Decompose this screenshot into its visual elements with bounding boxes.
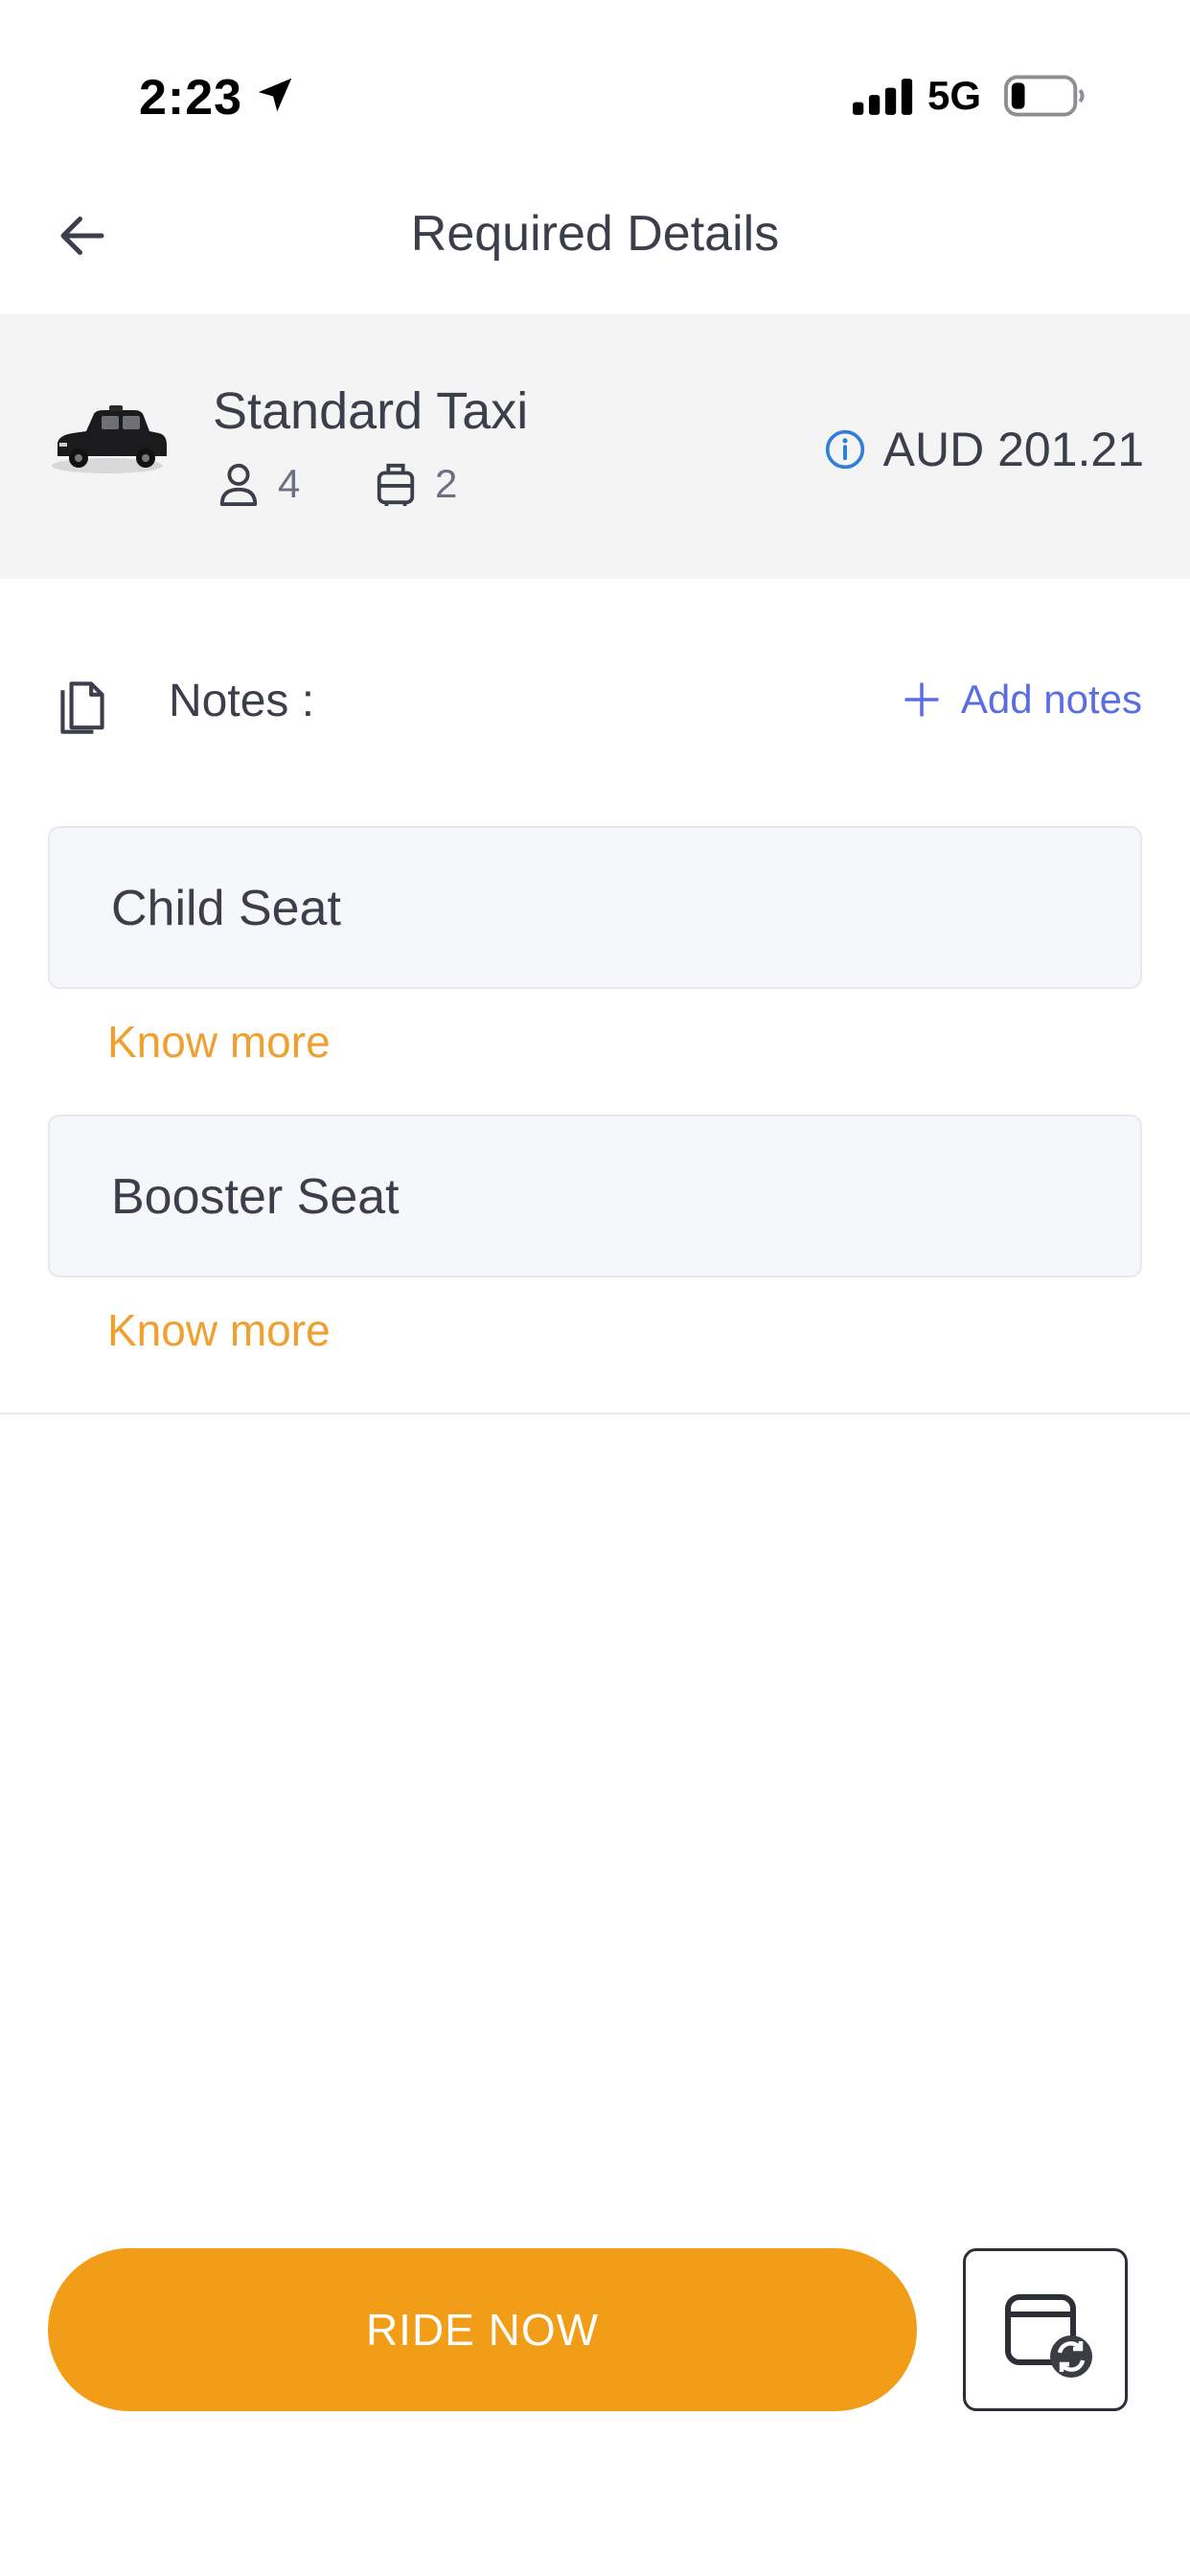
- header: Required Details: [0, 182, 1190, 316]
- schedule-button[interactable]: [963, 2248, 1128, 2411]
- plus-icon: [904, 682, 939, 717]
- required-details-screen: 2:23 5G Required Details Standard Taxi 4…: [0, 0, 1190, 2576]
- option-label: Child Seat: [111, 881, 341, 936]
- fare-display[interactable]: AUD 201.21: [824, 422, 1144, 477]
- notes-label: Notes :: [169, 676, 315, 726]
- divider: [0, 1413, 1190, 1414]
- option-child-seat[interactable]: Child Seat: [48, 826, 1142, 989]
- passenger-count: 4: [278, 461, 301, 506]
- status-time: 2:23: [139, 70, 243, 126]
- option-booster-seat[interactable]: Booster Seat: [48, 1115, 1142, 1277]
- add-notes-button[interactable]: Add notes: [902, 677, 1142, 723]
- calendar-refresh-icon: [1005, 2294, 1092, 2378]
- taxi-car-image: [52, 405, 167, 473]
- document-icon: [60, 681, 104, 734]
- know-more-link-booster-seat[interactable]: Know more: [107, 1304, 331, 1356]
- battery-icon: [1004, 75, 1085, 117]
- add-notes-label: Add notes: [960, 677, 1142, 722]
- page-title: Required Details: [410, 206, 780, 262]
- vehicle-name: Standard Taxi: [213, 382, 529, 440]
- know-more-link-child-seat[interactable]: Know more: [107, 1016, 331, 1068]
- passenger-capacity: 4: [217, 460, 300, 508]
- option-label: Booster Seat: [111, 1169, 400, 1225]
- luggage-capacity: 2: [374, 460, 457, 508]
- passenger-icon: [219, 463, 258, 506]
- status-bar: 2:23 5G: [0, 0, 1190, 182]
- ride-now-button[interactable]: RIDE NOW: [48, 2248, 917, 2411]
- info-icon[interactable]: [824, 428, 866, 471]
- fare-amount: AUD 201.21: [882, 423, 1144, 476]
- network-type: 5G: [927, 73, 982, 118]
- location-arrow-icon: [258, 78, 292, 112]
- luggage-icon: [377, 463, 415, 506]
- luggage-count: 2: [435, 461, 458, 506]
- vehicle-card[interactable]: Standard Taxi 4 2 AUD 201.21: [0, 314, 1190, 579]
- signal-icon: [853, 79, 913, 115]
- notes-row: Notes : Add notes: [0, 652, 1190, 748]
